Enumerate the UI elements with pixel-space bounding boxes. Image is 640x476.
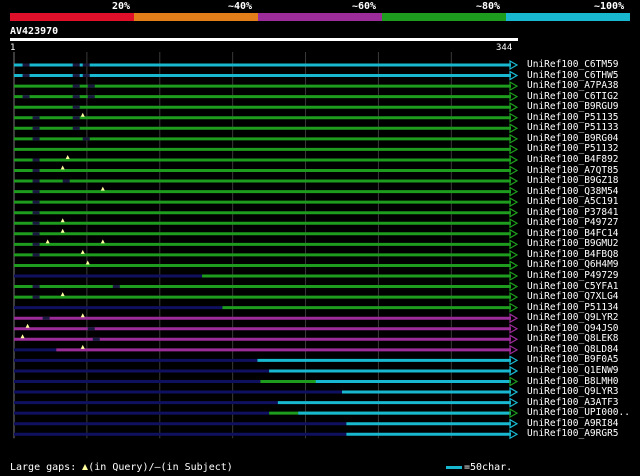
hit-arrowhead [509, 376, 519, 387]
hit-arrowhead [509, 91, 519, 102]
hit-arrowhead [509, 418, 519, 429]
query-gap-triangle [100, 239, 105, 244]
scale-text: =50char. [464, 462, 513, 473]
hit-label[interactable]: UniRef100_B9F0A5 [527, 354, 619, 365]
hit-arrowhead [509, 302, 519, 313]
hit-arrowhead [509, 176, 519, 187]
gap-legend-subject: (in Subject) [160, 462, 233, 473]
hit-arrowhead [509, 59, 519, 71]
hit-label[interactable]: UniRef100_Q94JS0 [527, 323, 619, 334]
hit-arrowhead [509, 344, 519, 355]
hit-label[interactable]: UniRef100_A9RI84 [527, 418, 619, 429]
hit-label[interactable]: UniRef100_Q8LEK8 [527, 333, 619, 344]
hit-arrowhead [509, 133, 519, 144]
hit-arrowhead [509, 81, 519, 92]
query-gap-triangle [80, 249, 85, 254]
query-gap-triangle [80, 313, 85, 318]
hit-arrowhead [509, 154, 519, 165]
hit-arrowhead [509, 365, 519, 376]
hit-label[interactable]: UniRef100_B9RGU9 [527, 101, 619, 112]
hit-arrowhead [509, 281, 519, 292]
query-gap-triangle [45, 239, 50, 244]
hit-label[interactable]: UniRef100_A9RGR5 [527, 428, 619, 439]
hit-label[interactable]: UniRef100_UPI000.. [527, 407, 630, 418]
hit-label[interactable]: UniRef100_A5C191 [527, 196, 619, 207]
hit-arrowhead [509, 270, 519, 282]
hit-arrowhead [509, 429, 519, 440]
hit-label[interactable]: UniRef100_Q38M54 [527, 186, 619, 197]
hit-label[interactable]: UniRef100_B4F892 [527, 154, 619, 165]
hit-arrowhead [509, 70, 519, 81]
hit-label[interactable]: UniRef100_P51134 [527, 302, 619, 313]
query-gap-triangle [65, 154, 70, 159]
gap-legend-prefix: Large gaps: [10, 462, 77, 473]
gap-legend: Large gaps: (in Query)/—(in Subject) [10, 462, 233, 473]
hit-arrowhead [509, 112, 519, 123]
hit-label[interactable]: UniRef100_B9RG04 [527, 133, 619, 144]
query-gap-triangle [60, 292, 65, 297]
hit-label[interactable]: UniRef100_B9GZ18 [527, 175, 619, 186]
hit-label[interactable]: UniRef100_B8LMH0 [527, 376, 619, 387]
hit-label[interactable]: UniRef100_Q7XLG4 [527, 291, 619, 302]
hit-label[interactable]: UniRef100_C6TIG2 [527, 91, 619, 102]
hit-label[interactable]: UniRef100_Q9LYR2 [527, 312, 619, 323]
hit-label[interactable]: UniRef100_A7QT85 [527, 165, 619, 176]
hit-label[interactable]: UniRef100_Q1ENW9 [527, 365, 619, 376]
hit-label[interactable]: UniRef100_P51132 [527, 143, 619, 154]
gap-legend-query: (in Query)/ [88, 462, 155, 473]
query-gap-triangle [60, 218, 65, 223]
hit-label[interactable]: UniRef100_A3ATF3 [527, 397, 619, 408]
query-gap-triangle [100, 186, 105, 191]
hit-arrowhead [509, 397, 519, 408]
hit-label[interactable]: UniRef100_P51133 [527, 122, 619, 133]
hit-arrowhead [509, 218, 519, 229]
hit-arrowhead [509, 123, 519, 134]
query-gap-triangle [85, 260, 90, 265]
hit-label[interactable]: UniRef100_P51135 [527, 112, 619, 123]
hit-label[interactable]: UniRef100_B4FBQ8 [527, 249, 619, 260]
hit-arrowhead [509, 260, 519, 271]
hit-arrowhead [509, 408, 519, 419]
hit-label[interactable]: UniRef100_P49727 [527, 217, 619, 228]
hit-label[interactable]: UniRef100_P37841 [527, 207, 619, 218]
hit-arrowhead [509, 249, 519, 260]
hit-arrowhead [509, 323, 519, 334]
hit-label[interactable]: UniRef100_C6THW5 [527, 70, 619, 81]
hit-arrowhead [509, 186, 519, 197]
hit-arrowhead [509, 144, 519, 155]
hit-label[interactable]: UniRef100_B9GMU2 [527, 238, 619, 249]
hit-arrowhead [509, 334, 519, 345]
query-gap-triangle [80, 344, 85, 349]
scale-legend: =50char. [446, 462, 512, 473]
hit-arrowhead [509, 197, 519, 208]
hit-arrowhead [509, 102, 519, 113]
hit-arrowhead [509, 355, 519, 366]
query-gap-triangle [25, 323, 30, 328]
hit-arrowhead [509, 207, 519, 218]
hit-label[interactable]: UniRef100_B4FC14 [527, 228, 619, 239]
hit-label[interactable]: UniRef100_C6TM59 [527, 59, 619, 70]
scale-swatch [446, 465, 462, 469]
hit-label[interactable]: UniRef100_Q8LD84 [527, 344, 619, 355]
query-gap-triangle [60, 228, 65, 233]
hit-arrowhead [509, 292, 519, 303]
hit-label[interactable]: UniRef100_Q9LYR3 [527, 386, 619, 397]
hit-arrowhead [509, 165, 519, 176]
query-gap-triangle [80, 112, 85, 117]
hit-label[interactable]: UniRef100_A7PA38 [527, 80, 619, 91]
query-gap-triangle [20, 334, 25, 339]
hit-arrowhead [509, 313, 519, 324]
hit-arrowhead [509, 228, 519, 239]
hit-label[interactable]: UniRef100_P49729 [527, 270, 619, 281]
hit-arrowhead [509, 387, 519, 398]
query-gap-triangle [60, 165, 65, 170]
hit-arrowhead [509, 239, 519, 250]
hit-label[interactable]: UniRef100_C5YFA1 [527, 281, 619, 292]
hit-label[interactable]: UniRef100_Q6H4M9 [527, 259, 619, 270]
